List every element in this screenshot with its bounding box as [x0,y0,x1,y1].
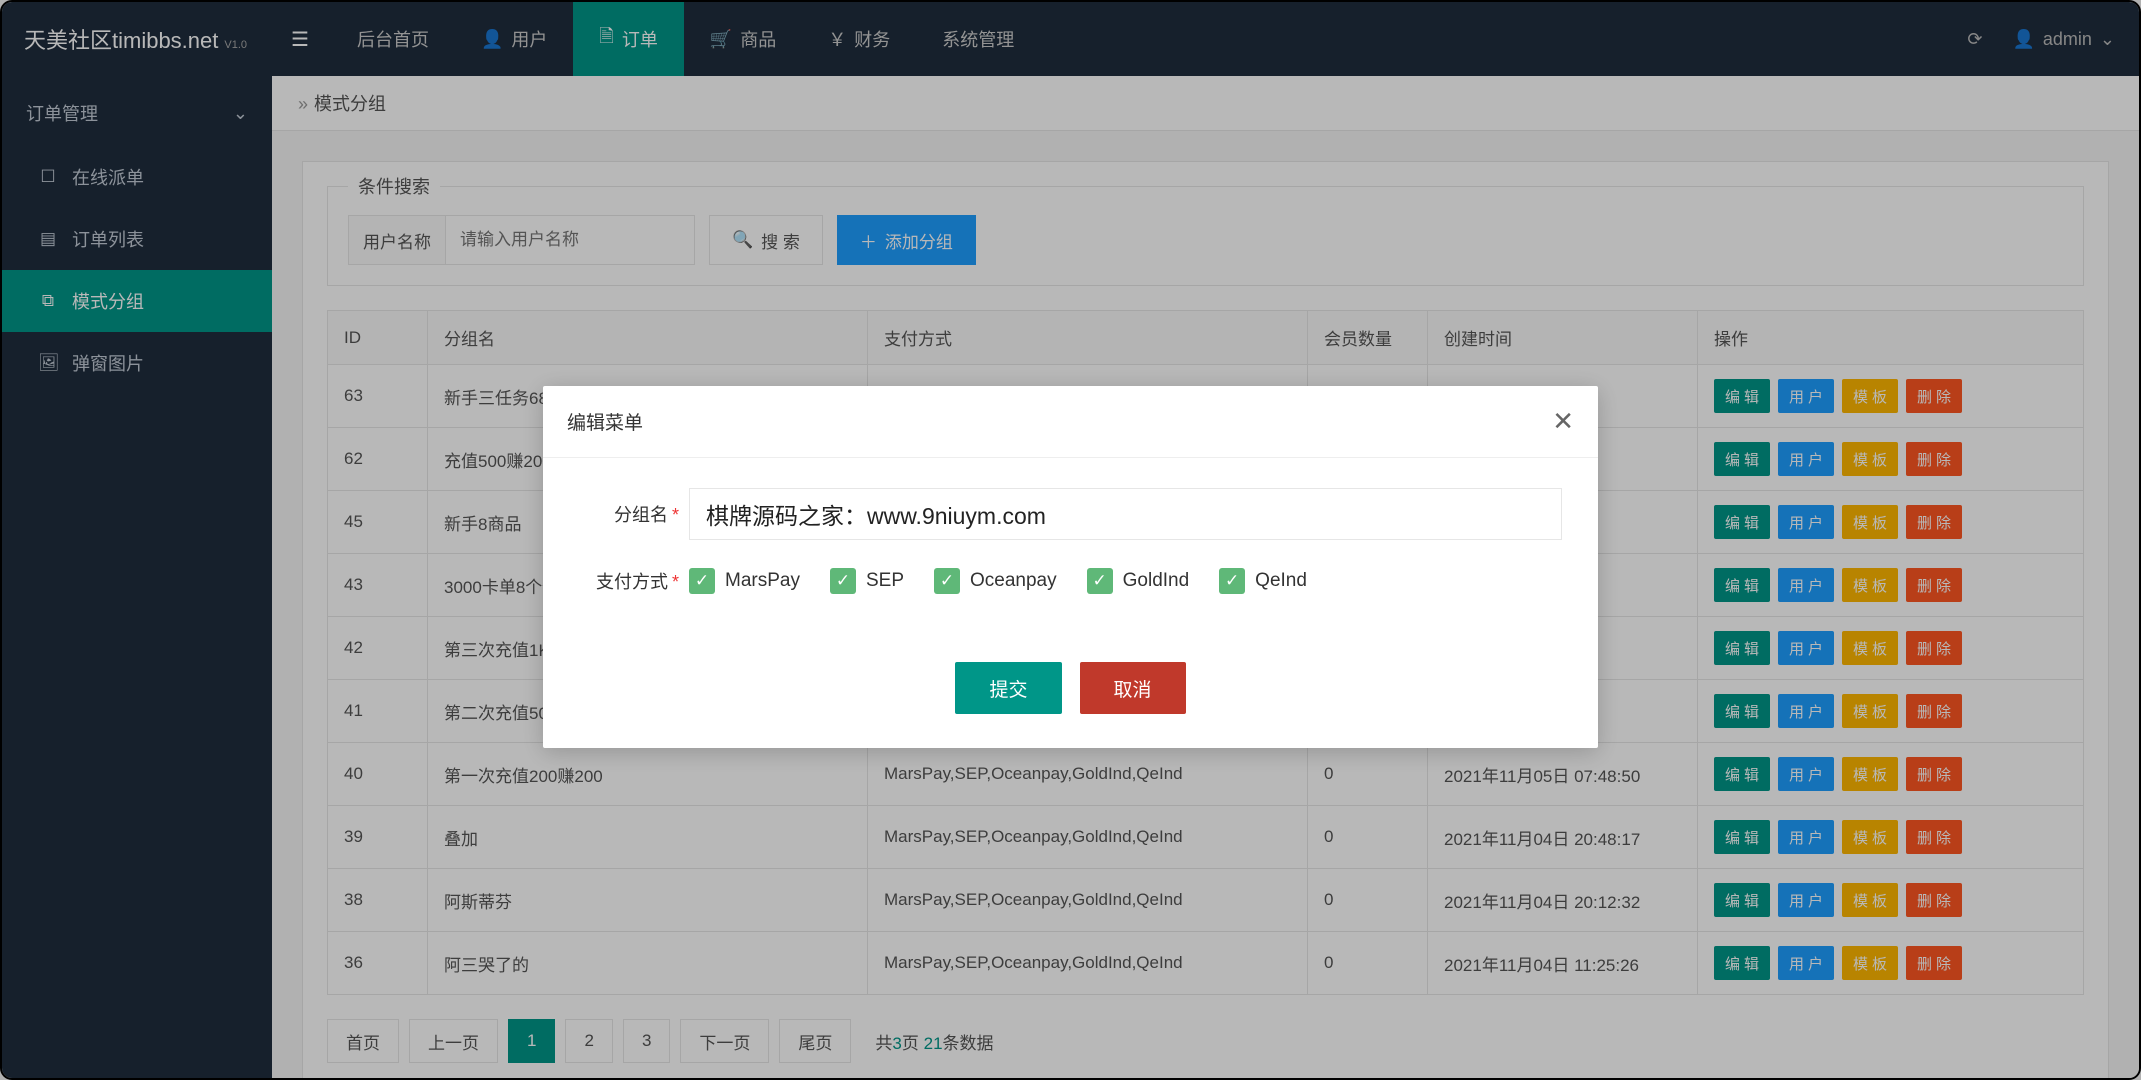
modal-mask[interactable]: 编辑菜单 ✕ 分组名* 支付方式* ✓MarsPay✓SEP✓Oceanpay✓… [0,0,2141,1080]
check-icon: ✓ [830,568,856,594]
modal-label-pay: 支付方式* [579,568,689,594]
modal-title: 编辑菜单 [567,408,643,435]
checkbox-label: SEP [866,570,904,592]
submit-button[interactable]: 提交 [955,662,1061,714]
modal-label-name: 分组名* [579,501,689,527]
checkbox-oceanpay[interactable]: ✓ Oceanpay [934,568,1057,594]
checkbox-label: QeInd [1255,570,1307,592]
checkbox-marspay[interactable]: ✓ MarsPay [689,568,800,594]
cancel-button[interactable]: 取消 [1080,662,1186,714]
check-icon: ✓ [934,568,960,594]
close-icon[interactable]: ✕ [1552,406,1574,437]
checkbox-label: Oceanpay [970,570,1057,592]
modal-header: 编辑菜单 ✕ [543,386,1598,458]
check-icon: ✓ [689,568,715,594]
check-icon: ✓ [1219,568,1245,594]
modal-input-name[interactable] [689,488,1562,540]
checkbox-qeind[interactable]: ✓ QeInd [1219,568,1307,594]
checkbox-label: GoldInd [1123,570,1190,592]
checkbox-sep[interactable]: ✓ SEP [830,568,904,594]
modal-edit: 编辑菜单 ✕ 分组名* 支付方式* ✓MarsPay✓SEP✓Oceanpay✓… [543,386,1598,748]
check-icon: ✓ [1087,568,1113,594]
checkbox-label: MarsPay [725,570,800,592]
checkbox-goldind[interactable]: ✓ GoldInd [1087,568,1190,594]
